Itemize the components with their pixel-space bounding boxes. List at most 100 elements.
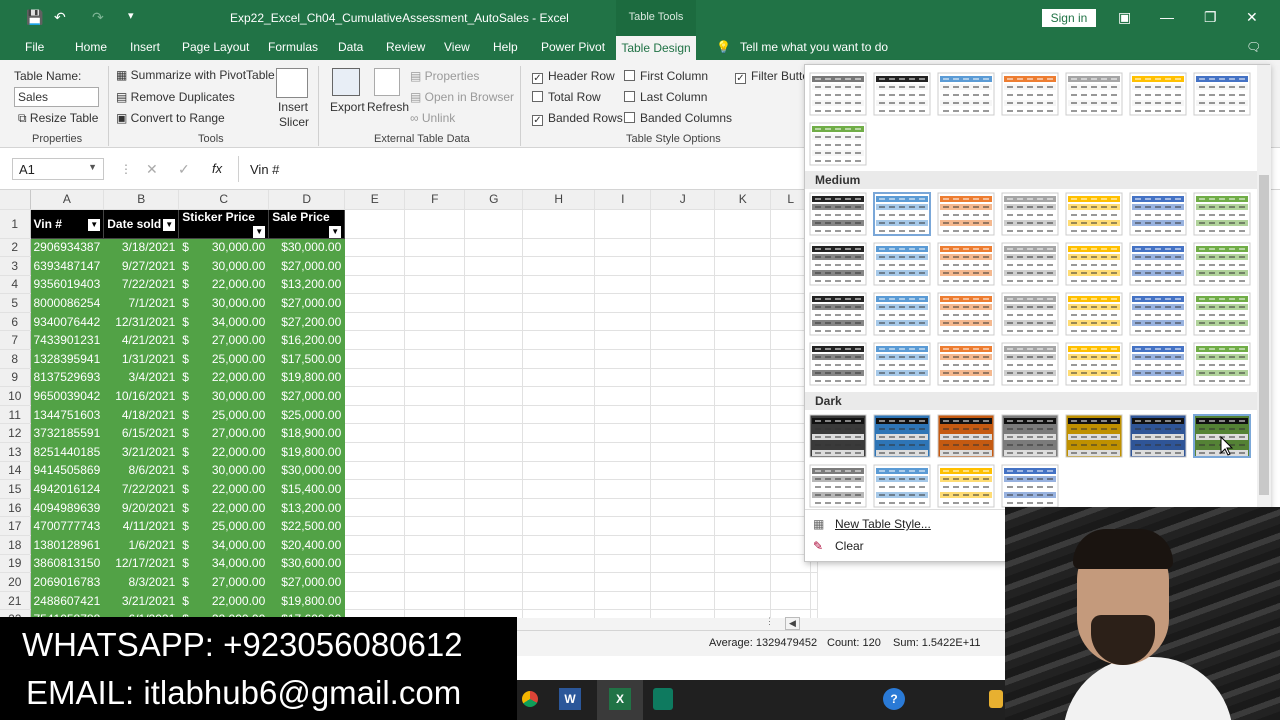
cell[interactable] (522, 256, 596, 276)
cell[interactable] (344, 330, 406, 351)
select-all-corner[interactable] (0, 190, 31, 210)
cell[interactable] (594, 498, 652, 518)
row-header[interactable]: 13 (0, 442, 31, 462)
chevron-down-icon[interactable]: ▼ (88, 162, 97, 172)
open-in-browser-button[interactable]: ▤ Open in Browser (410, 90, 514, 104)
vin-cell[interactable]: 3860813150 (30, 554, 105, 574)
cell[interactable] (522, 423, 596, 444)
cell[interactable] (522, 275, 596, 295)
table-style-swatch[interactable] (1129, 242, 1187, 286)
cell[interactable] (404, 256, 466, 276)
cell[interactable] (464, 572, 524, 592)
column-header[interactable]: H (522, 190, 596, 210)
cell[interactable] (770, 591, 812, 611)
redo-icon[interactable]: ↷ (92, 9, 104, 26)
app-icon[interactable] (653, 688, 673, 710)
date-cell[interactable]: 7/22/2021 (103, 275, 180, 295)
banded-columns-checkbox[interactable]: Banded Columns (624, 111, 732, 125)
cell[interactable] (522, 386, 596, 406)
cell[interactable] (714, 554, 772, 574)
cell[interactable] (714, 609, 772, 618)
cell[interactable] (522, 461, 596, 481)
resize-table-button[interactable]: ⧉ Resize Table (18, 111, 98, 126)
cell[interactable] (344, 554, 406, 574)
cell[interactable] (594, 330, 652, 351)
row-header[interactable]: 6 (0, 312, 31, 332)
sticker-price-cell[interactable]: $22,000.00 (178, 591, 270, 611)
cell[interactable] (404, 535, 466, 555)
cell[interactable] (594, 256, 652, 276)
cell[interactable] (522, 349, 596, 369)
vin-cell[interactable]: 9356019403 (30, 275, 105, 295)
cell[interactable] (594, 312, 652, 332)
column-header[interactable]: E (344, 190, 406, 210)
clear-item[interactable]: Clear (835, 539, 864, 553)
table-style-swatch[interactable] (937, 414, 995, 458)
vin-cell[interactable]: 2906934387 (30, 238, 105, 258)
sticker-price-cell[interactable]: $27,000.00 (178, 423, 270, 444)
cell[interactable] (464, 479, 524, 499)
tab-review[interactable]: Review (386, 40, 425, 54)
cell[interactable] (522, 442, 596, 462)
cell[interactable] (522, 209, 596, 239)
sale-price-cell[interactable]: $19,800.00 (268, 442, 346, 462)
cell[interactable] (344, 516, 406, 536)
vin-cell[interactable]: 9414505869 (30, 461, 105, 481)
ribbon-display-icon[interactable]: ▣ (1118, 9, 1131, 26)
cell[interactable] (344, 256, 406, 276)
table-style-swatch[interactable] (937, 72, 995, 116)
cell[interactable] (650, 591, 716, 611)
date-cell[interactable]: 12/17/2021 (103, 554, 180, 574)
cell[interactable] (650, 423, 716, 444)
cell[interactable] (404, 479, 466, 499)
row-header[interactable]: 1 (0, 209, 31, 239)
cell[interactable] (714, 256, 772, 276)
date-cell[interactable]: 3/21/2021 (103, 442, 180, 462)
sale-price-cell[interactable]: $27,000.00 (268, 256, 346, 276)
table-style-swatch[interactable] (809, 242, 867, 286)
sticker-price-cell[interactable]: $30,000.00 (178, 238, 270, 258)
sticker-price-cell[interactable]: $22,000.00 (178, 498, 270, 518)
cell[interactable] (714, 572, 772, 592)
cell[interactable] (594, 479, 652, 499)
cell[interactable] (650, 256, 716, 276)
cell[interactable] (594, 442, 652, 462)
cell[interactable] (714, 479, 772, 499)
export-button[interactable]: Export (330, 100, 365, 114)
row-header[interactable]: 18 (0, 535, 31, 555)
total-row-checkbox[interactable]: Total Row (532, 90, 601, 104)
cell[interactable] (594, 572, 652, 592)
vin-cell[interactable]: 2069016783 (30, 572, 105, 592)
cell[interactable] (522, 535, 596, 555)
insert-function-icon[interactable]: fx (212, 161, 222, 176)
cell[interactable] (594, 535, 652, 555)
formula-content[interactable]: Vin # (250, 162, 279, 177)
cell[interactable] (404, 312, 466, 332)
properties-button[interactable]: ▤ Properties (410, 69, 479, 83)
sticker-price-cell[interactable]: $34,000.00 (178, 312, 270, 332)
cell[interactable] (404, 330, 466, 351)
restore-icon[interactable]: ❐ (1204, 9, 1217, 26)
sticker-price-cell[interactable]: $34,000.00 (178, 535, 270, 555)
date-cell[interactable]: 7/22/2021 (103, 479, 180, 499)
column-header[interactable]: G (464, 190, 524, 210)
sticker-price-cell[interactable]: $22,000.00 (178, 442, 270, 462)
cell[interactable] (464, 461, 524, 481)
cell[interactable] (344, 591, 406, 611)
sale-price-cell[interactable]: $30,000.00 (268, 238, 346, 258)
unlink-button[interactable]: ∞ Unlink (410, 111, 455, 125)
date-cell[interactable]: 3/21/2021 (103, 591, 180, 611)
column-header[interactable]: A (30, 190, 105, 210)
cell[interactable] (464, 330, 524, 351)
vin-cell[interactable]: 3732185591 (30, 423, 105, 444)
cell[interactable] (464, 368, 524, 388)
cell[interactable] (650, 479, 716, 499)
cell[interactable] (464, 312, 524, 332)
table-style-swatch[interactable] (873, 192, 931, 236)
row-header[interactable]: 11 (0, 405, 31, 425)
cell[interactable] (714, 330, 772, 351)
row-header[interactable]: 3 (0, 256, 31, 276)
banded-rows-checkbox[interactable]: ✓ Banded Rows (532, 111, 623, 126)
cell[interactable] (650, 516, 716, 536)
cell[interactable] (714, 209, 772, 239)
